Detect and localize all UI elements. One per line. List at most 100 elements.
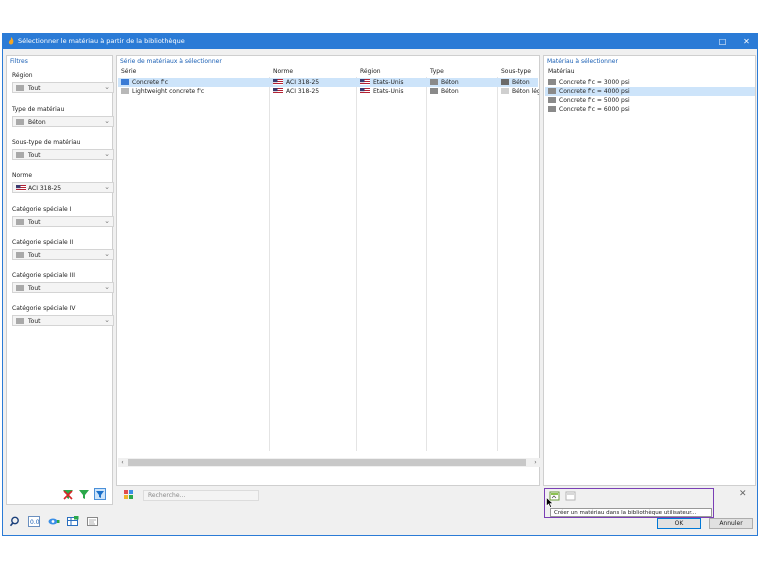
filter-dropdown[interactable]: Tout ⌄ (12, 315, 114, 326)
cell-text: Béton (441, 79, 459, 86)
filter-value: Tout (28, 318, 41, 325)
filter-dropdown[interactable]: Béton ⌄ (12, 116, 114, 127)
chevron-down-icon: ⌄ (104, 316, 110, 324)
delete-icon[interactable]: ✕ (739, 489, 747, 499)
table-cell: Béton (501, 79, 539, 86)
column-divider (426, 77, 427, 451)
filter-dropdown[interactable]: ACI 318-25 ⌄ (12, 182, 114, 193)
filter-active-icon[interactable] (94, 488, 106, 500)
cell-text: ACI 318-25 (286, 79, 320, 86)
list-item[interactable]: Concrete f'c = 4000 psi (545, 87, 755, 96)
table-row[interactable]: Lightweight concrete f'c ACI 318-25 États-… (118, 87, 539, 96)
restore-button[interactable]: □ (717, 36, 728, 47)
filter-dropdown[interactable]: Tout ⌄ (12, 282, 114, 293)
swatch-icon (501, 79, 509, 85)
filter-dropdown[interactable]: Tout ⌄ (12, 216, 114, 227)
list-item[interactable]: Concrete f'c = 5000 psi (545, 96, 755, 105)
list-item[interactable]: Concrete f'c = 6000 psi (545, 105, 755, 114)
col-header-soustype[interactable]: Sous-type (501, 68, 531, 75)
app-flame-icon (8, 37, 14, 45)
settings-panel-icon[interactable] (87, 516, 99, 527)
scroll-thumb[interactable] (128, 459, 526, 466)
search-material-icon[interactable] (9, 516, 21, 527)
ok-button[interactable]: OK (657, 518, 701, 529)
us-flag-icon (360, 88, 370, 94)
material-label: Concrete f'c = 5000 psi (548, 97, 630, 104)
filter-value: Béton (28, 119, 46, 126)
title-bar[interactable]: Sélectionner le matériau à partir de la … (3, 34, 757, 49)
col-header-region[interactable]: Région (360, 68, 381, 75)
materials-panel: Matériau à sélectionner Matériau Concret… (543, 55, 756, 486)
filters-panel: Filtres Région Tout ⌄ Type de matériau Béton… (6, 55, 114, 505)
chevron-down-icon: ⌄ (104, 283, 110, 291)
material-label: Concrete f'c = 3000 psi (548, 79, 630, 86)
chevron-down-icon: ⌄ (104, 83, 110, 91)
material-label: Concrete f'c = 6000 psi (548, 106, 630, 113)
table-row[interactable]: Concrete f'c ACI 318-25 États-Unis Béton Bét… (118, 78, 538, 87)
table-cell: États-Unis (360, 88, 424, 95)
us-flag-icon (273, 79, 283, 85)
col-header-serie[interactable]: Série (121, 68, 136, 75)
chevron-down-icon: ⌄ (104, 117, 110, 125)
list-item[interactable]: Concrete f'c = 3000 psi (545, 78, 755, 87)
cell-text: Concrete f'c = 6000 psi (559, 106, 630, 113)
filter-label: Type de matériau (12, 106, 65, 113)
cell-text: Lightweight concrete f'c (132, 88, 205, 95)
library-grid-icon[interactable] (123, 489, 135, 501)
series-header: Série de matériaux à sélectionner (120, 58, 222, 65)
cell-text: Béton (512, 79, 530, 86)
mouse-cursor-icon (546, 497, 554, 508)
tooltip: Créer un matériau dans la bibliothèque u… (550, 508, 712, 517)
col-header-norme[interactable]: Norme (273, 68, 293, 75)
cell-text: Concrete f'c = 5000 psi (559, 97, 630, 104)
swatch-icon (501, 88, 509, 94)
numeric-units-icon[interactable]: 0.0 (28, 516, 40, 527)
cell-text: Béton légé (512, 88, 539, 95)
swatch-icon (430, 79, 438, 85)
filter-value: Tout (28, 252, 41, 259)
filter-label: Catégorie spéciale II (12, 239, 74, 246)
filter-label: Norme (12, 172, 33, 179)
filter-label: Région (12, 72, 33, 79)
filter-dropdown[interactable]: Tout ⌄ (12, 149, 114, 160)
swatch-icon (430, 88, 438, 94)
clear-filter-icon[interactable] (62, 488, 74, 500)
filter-label: Catégorie spéciale I (12, 206, 72, 213)
filter-dropdown[interactable]: Tout ⌄ (12, 82, 114, 93)
table-view-icon[interactable] (67, 516, 79, 527)
filter-value: Tout (28, 152, 41, 159)
col-header-type[interactable]: Type (430, 68, 444, 75)
column-divider (356, 77, 357, 451)
table-cell: États-Unis (360, 79, 424, 86)
filter-icon[interactable] (78, 488, 90, 500)
swatch-icon (16, 152, 24, 158)
filter-value: Tout (28, 85, 41, 92)
chevron-down-icon: ⌄ (104, 250, 110, 258)
filter-label: Sous-type de matériau (12, 139, 81, 146)
cell-text: ACI 318-25 (286, 88, 320, 95)
swatch-icon (16, 219, 24, 225)
cell-text: Concrete f'c (132, 79, 168, 86)
filters-header: Filtres (10, 58, 28, 65)
cell-text: États-Unis (373, 88, 404, 95)
us-flag-icon (273, 88, 283, 94)
filter-dropdown[interactable]: Tout ⌄ (12, 249, 114, 260)
view-options-icon[interactable] (48, 516, 60, 527)
cell-text: Concrete f'c = 3000 psi (559, 79, 630, 86)
col-header-materiau[interactable]: Matériau (548, 68, 575, 75)
table-cell: Concrete f'c (121, 79, 267, 86)
chevron-down-icon: ⌄ (104, 183, 110, 191)
filter-value: Tout (28, 219, 41, 226)
search-input[interactable]: Recherche... (143, 490, 259, 501)
swatch-icon (121, 88, 129, 94)
scroll-left-icon[interactable]: ‹ (118, 458, 127, 467)
cancel-button[interactable]: Annuler (709, 518, 753, 529)
scroll-right-icon[interactable]: › (531, 458, 540, 467)
horizontal-scrollbar[interactable]: ‹ › (118, 458, 540, 467)
chevron-down-icon: ⌄ (104, 150, 110, 158)
table-cell: Béton légé (501, 88, 539, 95)
swatch-icon (16, 252, 24, 258)
close-button[interactable]: ✕ (741, 36, 752, 47)
swatch-icon (16, 285, 24, 291)
cell-text: Béton (441, 88, 459, 95)
